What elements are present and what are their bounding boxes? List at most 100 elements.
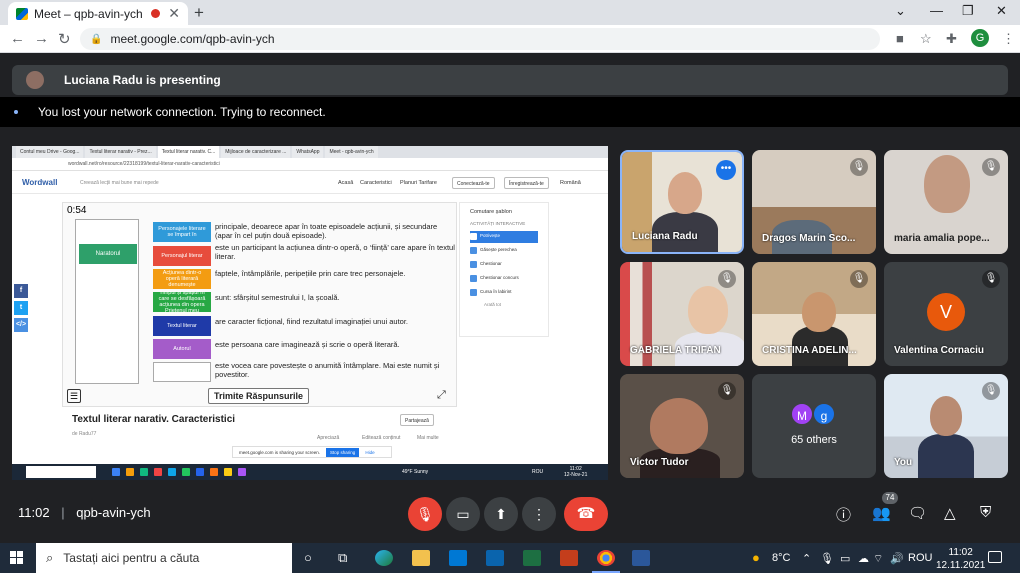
participant-tile-victor[interactable]: 🎙 Victor Tudor <box>620 374 744 478</box>
restore-button[interactable]: ❐ <box>962 3 974 19</box>
windows-taskbar: ⌕ Tastați aici pentru a căuta ○ ⧉ ● 8°C … <box>0 543 1020 573</box>
mic-off-icon: 🎙 <box>982 158 1000 176</box>
browser-tab[interactable]: Meet – qpb-avin-ych ✕ <box>8 2 188 25</box>
browser-menu-icon[interactable]: ⋮ <box>1002 31 1015 47</box>
draggable-card: Acțiunea dintr-o operă literară denumeșt… <box>153 269 211 289</box>
store-icon[interactable] <box>449 550 467 566</box>
placed-card: Naratorul <box>79 244 137 264</box>
cortana-icon[interactable]: ○ <box>304 550 312 565</box>
input-language[interactable]: ROU <box>908 552 932 564</box>
shared-taskbar-search <box>26 466 96 478</box>
wifi-icon[interactable]: ⌔ <box>873 552 883 566</box>
participant-tile-you[interactable]: 🎙 You <box>884 374 1008 478</box>
camera-toggle-button[interactable]: ▭ <box>446 497 480 531</box>
leave-call-button[interactable]: ☎ <box>564 497 608 531</box>
host-controls-icon[interactable]: ⛨ <box>980 504 991 521</box>
participant-face <box>802 292 836 332</box>
shared-tabstrip: Contul meu Drive - Goog... Textul litera… <box>12 146 608 158</box>
shared-tab: WhatsApp <box>292 146 324 158</box>
meet-favicon-icon <box>16 7 28 20</box>
camera-in-use-icon[interactable]: ■ <box>896 31 904 46</box>
new-tab-button[interactable]: + <box>194 3 204 23</box>
volume-icon[interactable]: 🔊 <box>890 552 904 565</box>
edge-icon[interactable] <box>375 550 393 566</box>
activities-icon[interactable]: △ <box>944 504 956 522</box>
address-bar-row: ← → ↻ 🔒 meet.google.com/qpb-avin-ych ■ ☆… <box>0 25 1020 53</box>
back-icon[interactable]: ← <box>10 30 25 47</box>
meeting-info: 11:02 | qpb-avin-ych <box>18 505 151 520</box>
participant-name: You <box>894 457 913 468</box>
meeting-time: 11:02 <box>18 505 50 520</box>
statement-text: principale, deoarece apar în toate episo… <box>215 222 438 241</box>
shared-tab: Contul meu Drive - Goog... <box>16 146 84 158</box>
statement-text: este un participant la acțiunea dintr-o … <box>215 243 455 262</box>
draggable-card: Textul literar <box>153 316 211 336</box>
mic-off-icon: 🎙 <box>850 270 868 288</box>
participant-tile-valentina[interactable]: V 🎙 Valentina Cornaciu <box>884 262 1008 366</box>
mini-app-icon <box>238 468 246 476</box>
game-area: 0:54 Naratorul Personajele literare se î… <box>62 202 457 407</box>
nav-home: Acasă <box>338 180 354 186</box>
statement-text: are caracter ficțional, fiind rezultatul… <box>215 317 409 326</box>
battery-icon[interactable]: ▭ <box>840 552 850 565</box>
more-options-icon[interactable]: ••• <box>716 160 736 180</box>
extensions-icon[interactable]: ✚ <box>946 31 957 47</box>
tab-close-button[interactable]: ✕ <box>168 5 180 22</box>
stop-sharing-button: Stop sharing <box>326 447 360 457</box>
task-view-icon[interactable]: ⧉ <box>338 550 347 566</box>
present-button[interactable]: ⬆ <box>484 497 518 531</box>
tab-search-icon[interactable]: ⌄ <box>895 3 906 19</box>
windows-start-icon[interactable] <box>10 551 24 565</box>
mail-icon[interactable] <box>486 550 504 566</box>
participant-tile-luciana[interactable]: ••• Luciana Radu <box>620 150 744 254</box>
people-icon[interactable]: 👥 <box>872 504 891 522</box>
participant-tile-maria[interactable]: 🎙 maria amalia pope... <box>884 150 1008 254</box>
notifications-icon[interactable] <box>988 551 1002 563</box>
bookmark-star-icon[interactable]: ☆ <box>920 31 932 47</box>
chrome-icon[interactable] <box>592 550 620 573</box>
fullscreen-icon: ⤢ <box>437 389 446 401</box>
onedrive-icon[interactable]: ☁ <box>858 552 869 565</box>
participant-name: Valentina Cornaciu <box>894 345 985 356</box>
participant-tile-cristina[interactable]: 🎙 CRISTINA ADELIN... <box>752 262 876 366</box>
more-link: Mai multe <box>417 435 439 441</box>
participant-name: GABRIELA TRIFAN <box>630 345 721 356</box>
more-options-button[interactable]: ⋮ <box>522 497 556 531</box>
participant-face <box>924 155 970 213</box>
participant-tile-dragos[interactable]: 🎙 Dragos Marin Sco... <box>752 150 876 254</box>
presenting-banner: Luciana Radu is presenting <box>12 65 1008 95</box>
show-hidden-icons-icon[interactable]: ⌃ <box>802 552 811 565</box>
embed-icon: </> <box>14 318 28 332</box>
mic-toggle-button[interactable]: 🎙 <box>408 497 442 531</box>
mini-app-icon <box>168 468 176 476</box>
language-select: Română <box>560 180 581 186</box>
file-explorer-icon[interactable] <box>412 550 430 566</box>
timer: 0:54 <box>67 205 87 216</box>
mic-off-icon: 🎙 <box>718 270 736 288</box>
taskbar-search-input[interactable]: ⌕ Tastați aici pentru a căuta <box>36 543 292 573</box>
forward-icon[interactable]: → <box>34 30 49 47</box>
chat-icon[interactable]: 🗨 <box>908 504 927 522</box>
taskbar-clock[interactable]: 11:02 12.11.2021 <box>936 546 985 572</box>
word-icon[interactable] <box>632 550 650 566</box>
close-window-button[interactable]: ✕ <box>996 3 1007 19</box>
url-field[interactable]: 🔒 meet.google.com/qpb-avin-ych <box>80 28 880 50</box>
powerpoint-icon[interactable] <box>560 550 578 566</box>
meeting-code: qpb-avin-ych <box>76 505 151 520</box>
reload-icon[interactable]: ↻ <box>58 30 71 48</box>
participant-tile-others[interactable]: M g 65 others <box>752 374 876 478</box>
shared-screen: Contul meu Drive - Goog... Textul litera… <box>12 146 608 480</box>
mini-app-icon <box>182 468 190 476</box>
mic-off-icon: 🎙 <box>982 270 1000 288</box>
presenter-avatar <box>26 71 44 89</box>
excel-icon[interactable] <box>523 550 541 566</box>
minimize-button[interactable]: — <box>930 3 943 18</box>
signup-button: Înregistrează-te <box>504 177 549 189</box>
draggable-card: Personajele literare se împart în <box>153 222 211 242</box>
mic-off-icon: 🎙 <box>718 382 736 400</box>
participant-tile-gabriela[interactable]: 🎙 GABRIELA TRIFAN <box>620 262 744 366</box>
mini-weather: 49°F Sunny <box>402 469 429 475</box>
mini-app-icon <box>224 468 232 476</box>
meeting-details-icon[interactable]: ⓘ <box>836 504 851 525</box>
profile-avatar[interactable]: G <box>971 29 989 47</box>
